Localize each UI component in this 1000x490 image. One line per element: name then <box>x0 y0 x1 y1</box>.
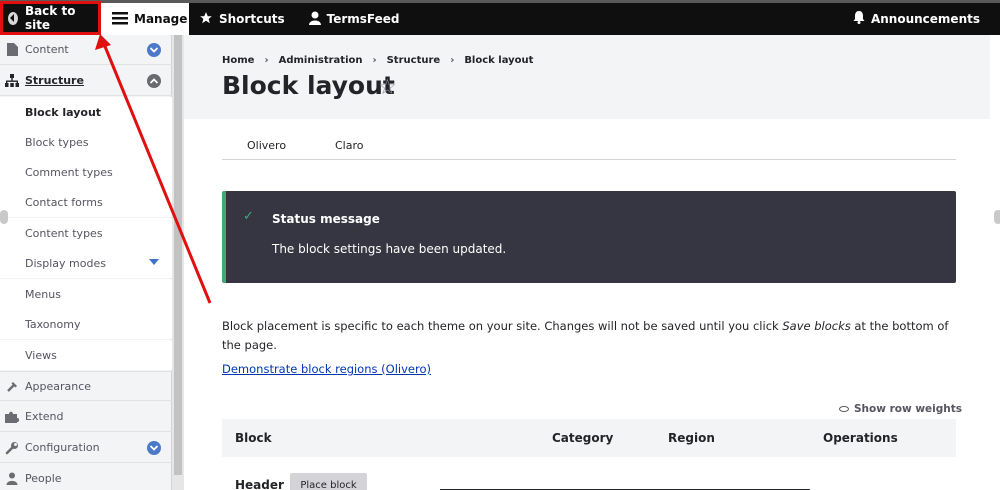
region-row-header: Header Place block <box>222 471 956 490</box>
description-emphasis: Save blocks <box>782 319 851 333</box>
eye-icon <box>839 406 849 412</box>
paintbrush-icon <box>4 380 20 393</box>
announcements-tab[interactable]: Announcements <box>845 3 1000 35</box>
back-arrow-icon <box>8 11 18 25</box>
sidebar-item-block-layout[interactable]: Block layout <box>0 97 172 127</box>
scrollbar-thumb[interactable] <box>174 35 182 475</box>
sidebar-item-label: Content types <box>25 226 103 240</box>
star-outline-icon[interactable]: ☆ <box>378 75 397 99</box>
chevron-down-icon[interactable] <box>147 43 161 57</box>
breadcrumb-block-layout[interactable]: Block layout <box>464 55 533 66</box>
sidebar-item-content[interactable]: Content <box>0 35 172 65</box>
tab-claro[interactable]: Claro <box>335 139 364 152</box>
sidebar-item-label: People <box>25 472 62 485</box>
user-icon <box>308 11 321 28</box>
sidebar-item-menus[interactable]: Menus <box>0 279 172 309</box>
column-header-category: Category <box>552 431 614 445</box>
back-to-site-button[interactable]: Back to site <box>0 1 101 35</box>
sidebar-item-block-types[interactable]: Block types <box>0 127 172 157</box>
sidebar-item-label: Contact forms <box>25 195 103 209</box>
sidebar-item-label: Comment types <box>25 165 113 179</box>
breadcrumb-structure[interactable]: Structure <box>387 55 441 66</box>
document-icon <box>4 43 20 56</box>
sidebar-item-label: Extend <box>25 410 64 423</box>
bell-icon <box>853 11 865 27</box>
breadcrumb-administration[interactable]: Administration <box>279 55 363 66</box>
user-tab[interactable]: TermsFeed <box>297 3 412 35</box>
show-row-weights-button[interactable]: Show row weights <box>839 403 962 415</box>
admin-toolbar: Back to site Manage Shortcuts TermsFeed … <box>0 0 1000 36</box>
sidebar-item-label: Taxonomy <box>25 317 81 331</box>
description-text: Block placement is specific to each them… <box>222 319 783 333</box>
chevron-up-icon[interactable] <box>147 74 161 88</box>
announcements-label: Announcements <box>870 12 980 26</box>
status-message: ✓ Status message The block settings have… <box>222 191 956 283</box>
theme-tabs: Olivero Claro <box>222 131 956 160</box>
back-to-site-label: Back to site <box>24 4 76 32</box>
blocks-table-header: Block Category Region Operations <box>222 419 956 457</box>
sidebar-item-content-types[interactable]: Content types <box>0 218 172 248</box>
sidebar-item-extend[interactable]: Extend <box>0 402 172 432</box>
hamburger-icon <box>112 11 128 28</box>
manage-tab[interactable]: Manage <box>101 2 189 36</box>
chevron-down-icon[interactable] <box>147 441 161 455</box>
sidebar-item-label: Menus <box>25 287 61 301</box>
status-text: The block settings have been updated. <box>272 242 507 256</box>
right-edge-handle[interactable] <box>994 210 1000 224</box>
left-edge-handle[interactable] <box>0 210 8 224</box>
block-placement-description: Block placement is specific to each them… <box>222 317 956 355</box>
sidebar-item-configuration[interactable]: Configuration <box>0 433 172 463</box>
region-title: Header <box>235 478 284 490</box>
tab-olivero[interactable]: Olivero <box>247 139 286 152</box>
breadcrumb-separator: › <box>264 55 269 66</box>
column-header-region: Region <box>668 431 715 445</box>
sidebar-item-label: Configuration <box>25 441 100 454</box>
sidebar-item-label: Views <box>25 348 57 362</box>
breadcrumb-separator: › <box>372 55 377 66</box>
page-header: Home › Administration › Structure › Bloc… <box>184 35 990 119</box>
caret-down-icon[interactable] <box>149 259 159 265</box>
sidebar-item-label: Display modes <box>25 256 106 270</box>
sidebar-item-structure[interactable]: Structure <box>0 66 172 96</box>
checkmark-icon: ✓ <box>243 209 254 224</box>
sidebar-item-label: Structure <box>25 74 84 87</box>
sidebar-item-label: Content <box>25 43 69 56</box>
place-block-button[interactable]: Place block <box>290 473 367 490</box>
shortcuts-tab[interactable]: Shortcuts <box>189 3 297 35</box>
sidebar-item-comment-types[interactable]: Comment types <box>0 157 172 187</box>
sidebar-item-label: Appearance <box>25 379 92 393</box>
row-weights-label: Show row weights <box>854 403 963 415</box>
admin-sidebar: Content Structure Block layout Block typ… <box>0 35 172 490</box>
breadcrumb: Home › Administration › Structure › Bloc… <box>222 55 533 66</box>
user-label: TermsFeed <box>326 12 400 26</box>
sidebar-item-taxonomy[interactable]: Taxonomy <box>0 309 172 339</box>
sidebar-item-people[interactable]: People <box>0 464 172 490</box>
breadcrumb-home[interactable]: Home <box>222 55 254 66</box>
sidebar-scrollbar[interactable] <box>172 35 184 490</box>
column-header-block: Block <box>235 431 272 445</box>
person-icon <box>4 472 20 485</box>
star-icon <box>199 11 213 28</box>
sidebar-item-views[interactable]: Views <box>0 340 172 370</box>
page-title: Block layout <box>222 71 395 100</box>
sidebar-item-label: Block types <box>25 135 89 149</box>
breadcrumb-separator: › <box>450 55 455 66</box>
column-header-operations: Operations <box>823 431 898 445</box>
sidebar-item-contact-forms[interactable]: Contact forms <box>0 187 172 217</box>
main-content: Home › Administration › Structure › Bloc… <box>184 35 990 490</box>
sidebar-item-label: Block layout <box>25 105 102 119</box>
puzzle-icon <box>4 410 20 423</box>
status-title: Status message <box>272 212 380 226</box>
sidebar-item-appearance[interactable]: Appearance <box>0 371 172 401</box>
shortcuts-label: Shortcuts <box>219 12 285 26</box>
sidebar-item-display-modes[interactable]: Display modes <box>0 248 172 278</box>
sitemap-icon <box>4 74 20 87</box>
wrench-icon <box>4 441 20 455</box>
manage-label: Manage <box>134 12 188 26</box>
demonstrate-regions-link[interactable]: Demonstrate block regions (Olivero) <box>222 362 431 376</box>
